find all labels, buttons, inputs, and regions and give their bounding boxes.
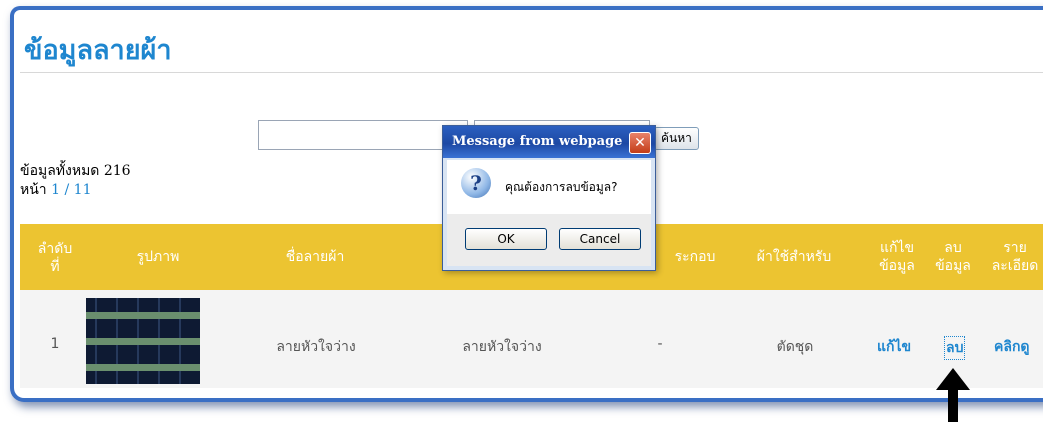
header-edit: แก้ไขข้อมูล bbox=[872, 239, 922, 275]
page-title: ข้อมูลลายผ้า bbox=[24, 35, 172, 66]
page-indicator: หน้า 1 / 11 bbox=[20, 179, 92, 201]
search-input[interactable] bbox=[258, 120, 468, 150]
dialog-footer: OK Cancel bbox=[447, 214, 651, 266]
header-detail: รายละเอียด bbox=[983, 239, 1043, 275]
dialog-titlebar[interactable]: Message from webpage ✕ bbox=[443, 126, 655, 158]
header-name: ชื่อลายผ้า bbox=[285, 249, 345, 265]
header-image: รูปภาพ bbox=[136, 249, 180, 265]
header-delete-line2: ข้อมูล bbox=[935, 258, 971, 274]
detail-link[interactable]: คลิกดู bbox=[994, 336, 1030, 358]
row-used-for: ตัดชุด bbox=[776, 339, 814, 355]
thumbnail-band bbox=[86, 312, 200, 319]
header-index-line1: ลำดับ bbox=[37, 241, 73, 257]
search-button[interactable]: ค้นหา bbox=[654, 127, 699, 150]
dialog-body: ? คุณต้องการลบข้อมูล? OK Cancel bbox=[447, 160, 651, 266]
header-component: ระกอบ bbox=[674, 249, 716, 265]
row-pattern: ลายหัวใจว่าง bbox=[462, 339, 542, 355]
row-index: 1 bbox=[50, 336, 60, 352]
page-total[interactable]: 11 bbox=[74, 182, 92, 198]
confirm-dialog: Message from webpage ✕ ? คุณต้องการลบข้อ… bbox=[442, 125, 656, 271]
header-index: ลำดับที่ bbox=[30, 240, 80, 276]
cancel-button[interactable]: Cancel bbox=[559, 228, 641, 250]
header-delete-line1: ลบ bbox=[944, 240, 962, 256]
thumbnail-band bbox=[86, 338, 200, 345]
header-delete: ลบข้อมูล bbox=[928, 239, 978, 275]
close-icon[interactable]: ✕ bbox=[629, 132, 651, 154]
edit-link[interactable]: แก้ไข bbox=[877, 336, 911, 358]
ok-button[interactable]: OK bbox=[465, 228, 547, 250]
title-divider bbox=[20, 72, 1043, 73]
question-icon: ? bbox=[461, 168, 491, 198]
annotation-arrow-icon bbox=[936, 368, 970, 422]
pattern-thumbnail bbox=[86, 298, 200, 384]
delete-link[interactable]: ลบ bbox=[944, 336, 966, 360]
dialog-message: คุณต้องการลบข้อมูล? bbox=[505, 180, 618, 194]
page-separator: / bbox=[60, 182, 74, 198]
header-edit-line1: แก้ไข bbox=[879, 240, 915, 256]
row-name: ลายหัวใจว่าง bbox=[276, 339, 356, 355]
page-current[interactable]: 1 bbox=[51, 182, 60, 198]
header-used-for: ผ้าใช้สำหรับ bbox=[756, 249, 832, 265]
thumbnail-band bbox=[86, 364, 200, 371]
header-detail-line2: ละเอียด bbox=[991, 258, 1039, 274]
table-row: 1 ลายหัวใจว่าง ลายหัวใจว่าง - ตัดชุด แก้… bbox=[20, 290, 1043, 388]
row-component: - bbox=[657, 336, 663, 352]
header-edit-line2: ข้อมูล bbox=[879, 258, 915, 274]
header-detail-line1: ราย bbox=[1003, 240, 1027, 256]
header-index-line2: ที่ bbox=[50, 259, 60, 275]
page-prefix: หน้า bbox=[20, 182, 47, 198]
dialog-title: Message from webpage bbox=[452, 134, 623, 149]
